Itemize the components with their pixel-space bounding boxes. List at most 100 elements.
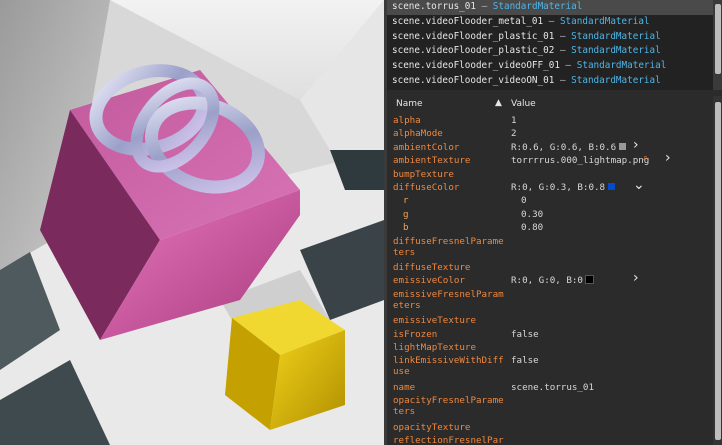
property-name: g [403, 208, 409, 220]
property-value[interactable]: R:0.6, G:0.6, B:0.6 [511, 141, 627, 153]
property-row[interactable]: diffuseFresnelParameters [387, 234, 713, 261]
scene-object-list: scene.torrus_01 – StandardMaterial scene.… [387, 0, 713, 90]
object-name: scene.torrus_01 [392, 1, 476, 12]
object-name: scene.videoFlooder_plastic_02 [392, 45, 555, 57]
property-value-text: R:0.6, G:0.6, B:0.6 [511, 141, 617, 153]
property-row[interactable]: opacityTexture [387, 420, 713, 433]
property-value[interactable]: 2 [511, 128, 517, 139]
property-name: alphaMode [393, 128, 443, 140]
property-name: linkEmissiveWithDiffuse [393, 355, 504, 378]
3d-viewport[interactable] [0, 0, 384, 445]
property-value-text: 0.80 [521, 222, 544, 234]
property-name: diffuseFresnelParameters [393, 235, 504, 258]
material-type: StandardMaterial [492, 1, 583, 12]
separator: – [559, 45, 566, 57]
property-value-text: 0.30 [521, 208, 544, 220]
property-scrollbar[interactable] [713, 96, 722, 445]
scene-list-item[interactable]: scene.torrus_01 – StandardMaterial [387, 0, 713, 15]
property-row[interactable]: bumpTexture [387, 167, 713, 180]
name-column-header[interactable]: Name [396, 99, 423, 109]
scene-list-item[interactable]: scene.videoFlooder_metal_01 – StandardMa… [387, 15, 713, 30]
property-row[interactable]: alphaMode 2 [387, 126, 713, 139]
object-name: scene.videoFlooder_plastic_01 [392, 30, 555, 42]
object-name: scene.videoFlooder_videoON_01 [392, 74, 555, 86]
property-name: diffuseTexture [393, 262, 471, 274]
property-row[interactable]: name scene.torrus_01 [387, 380, 713, 393]
property-row[interactable]: r0 [387, 193, 713, 206]
property-row[interactable]: emissiveFresnelParameters [387, 287, 713, 314]
material-type: StandardMaterial [571, 45, 661, 57]
property-value[interactable]: false [511, 329, 539, 340]
object-name: scene.videoFlooder_videoOFF_01 [392, 60, 560, 72]
property-name: bumpTexture [393, 168, 454, 180]
property-value[interactable]: torrrrus.000_lightmap.png [511, 155, 649, 166]
property-name: alpha [393, 115, 421, 126]
property-row[interactable]: opacityFresnelParameters [387, 393, 713, 420]
scene-list-scroll-thumb[interactable] [715, 4, 721, 74]
property-row[interactable]: g 0.30 [387, 207, 713, 220]
color-swatch[interactable] [619, 142, 627, 150]
property-name: emissiveColor [393, 275, 465, 287]
property-row[interactable]: emissiveTexture [387, 313, 713, 326]
material-type: StandardMaterial [576, 60, 667, 72]
scene-list-item[interactable]: scene.videoFlooder_plastic_01 – Standard… [387, 30, 713, 45]
property-scroll-thumb[interactable] [715, 102, 721, 440]
object-name: scene.videoFlooder_metal_01 [392, 15, 544, 27]
property-row[interactable]: linkEmissiveWithDiffuse false [387, 353, 713, 380]
chevron-right-icon[interactable]: › [633, 137, 639, 153]
property-value[interactable]: 0.80 [521, 222, 543, 233]
scene-list-scrollbar[interactable] [713, 0, 722, 90]
value-column-header: Value [511, 99, 536, 109]
scene-render [0, 0, 384, 445]
property-table: alpha 1 alphaMode 2 ambientColor R:0.6, G:0.6… [387, 113, 713, 445]
scene-list-item[interactable]: scene.videoFlooder_videoON_01 – Standard… [387, 74, 713, 89]
property-value[interactable]: 0.30 [521, 209, 543, 220]
separator: – [559, 74, 566, 86]
property-value-text: R:0, G:0.3, B:0.8 [511, 181, 606, 193]
property-row[interactable]: emissiveColor R:0, G:0, B:0 › [387, 270, 713, 287]
property-value-text: false [511, 328, 539, 340]
property-name: ambientColor [393, 141, 460, 153]
color-swatch[interactable] [584, 275, 594, 285]
property-name: r [403, 195, 409, 207]
property-row[interactable]: lightMapTexture [387, 340, 713, 353]
property-row[interactable]: diffuseColor R:0, G:0.3, B:0.8 ⌄ [387, 177, 713, 193]
property-name: b [403, 222, 409, 234]
property-value[interactable]: R:0, G:0, B:0 [511, 275, 594, 286]
property-table-header: Name ▲ Value [387, 96, 713, 113]
chevron-right-icon[interactable]: › [665, 150, 671, 166]
property-value[interactable]: 0 [521, 195, 527, 206]
inspector-panel: scene.torrus_01 – StandardMaterial scene.… [384, 0, 722, 445]
separator: – [565, 60, 572, 72]
property-value[interactable]: false [511, 355, 539, 366]
property-row[interactable]: b 0.80 [387, 220, 713, 233]
sort-up-icon[interactable]: ▲ [495, 98, 502, 108]
chevron-right-icon[interactable]: › [633, 270, 639, 286]
property-value-text: false [511, 355, 539, 367]
separator: – [548, 15, 555, 27]
color-swatch[interactable] [608, 182, 616, 190]
search-icon[interactable]: ⌕ [643, 153, 648, 163]
property-value-text: 0 [521, 195, 527, 207]
property-value-text: 1 [511, 115, 517, 126]
property-row[interactable]: reflectionFresnelParameters [387, 433, 713, 445]
scene-list-item[interactable]: scene.videoFlooder_videoOFF_01 – Standar… [387, 59, 713, 74]
property-row[interactable]: alpha 1 [387, 113, 713, 126]
material-type: StandardMaterial [559, 15, 650, 27]
material-type: StandardMaterial [571, 30, 661, 42]
separator: – [559, 30, 566, 42]
property-name: opacityTexture [393, 421, 471, 433]
property-value[interactable]: R:0, G:0.3, B:0.8 [511, 181, 616, 193]
property-row[interactable]: diffuseTexture [387, 260, 713, 273]
separator: – [481, 1, 488, 12]
property-row[interactable]: ambientTexture torrrrus.000_lightmap.png ⌕… [387, 150, 713, 166]
property-value[interactable]: 1 [511, 115, 517, 126]
property-row[interactable]: isFrozen false [387, 327, 713, 340]
property-name: opacityFresnelParameters [393, 395, 504, 418]
property-value-text: torrrrus.000_lightmap.png [511, 155, 650, 167]
chevron-down-icon[interactable]: ⌄ [633, 177, 645, 193]
scene-list-item[interactable]: scene.videoFlooder_plastic_02 – Standard… [387, 44, 713, 59]
property-value-text: 2 [511, 128, 517, 140]
property-value[interactable]: scene.torrus_01 [511, 382, 594, 393]
property-name: isFrozen [393, 328, 438, 340]
